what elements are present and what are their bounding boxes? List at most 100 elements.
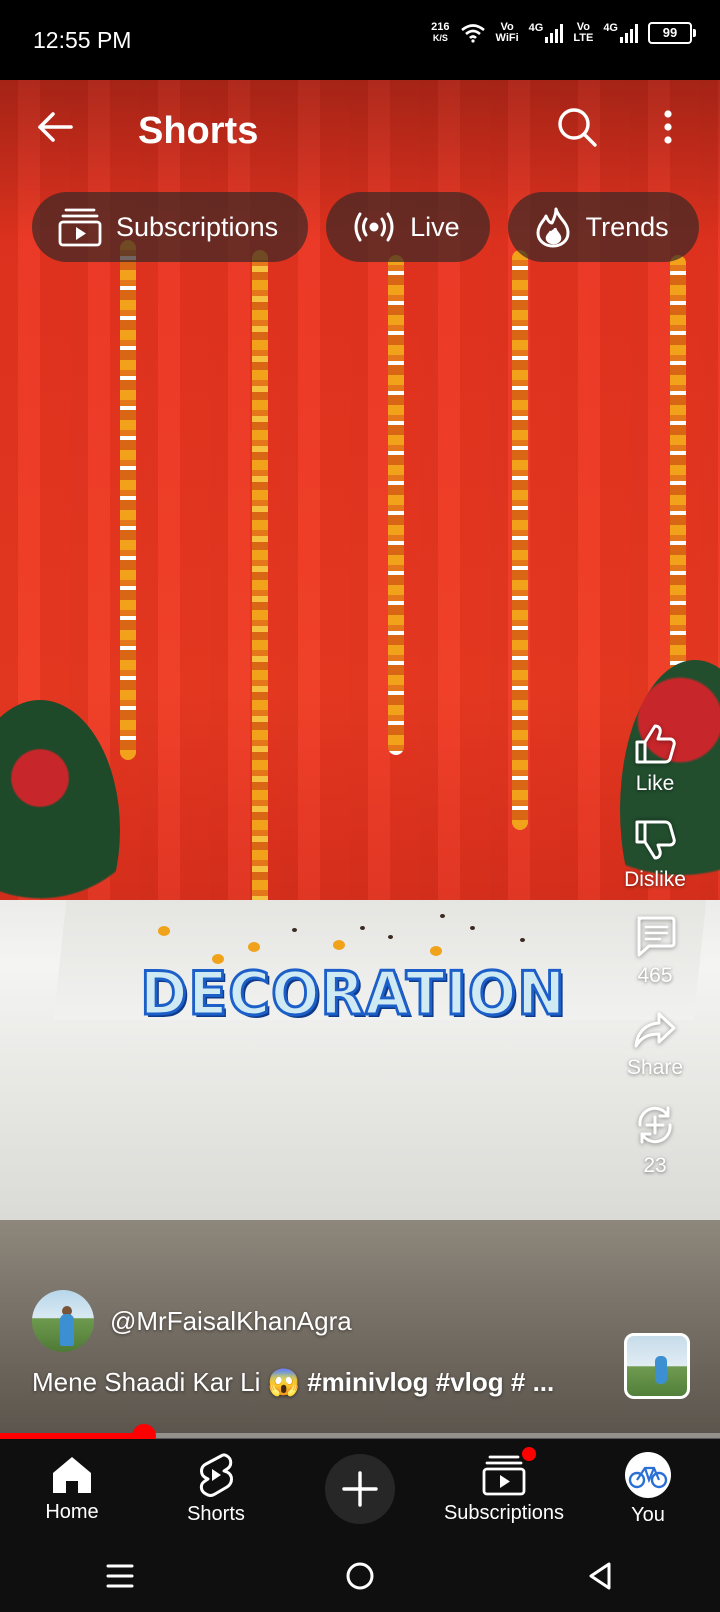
nav-home[interactable]: Home <box>0 1439 144 1539</box>
chip-trends[interactable]: Trends <box>507 192 699 262</box>
status-time: 12:55 PM <box>33 27 132 53</box>
thumbs-up-icon <box>635 724 676 764</box>
share-label: Share <box>626 1056 684 1079</box>
circle-icon <box>346 1562 374 1589</box>
chip-subscriptions[interactable]: Subscriptions <box>32 192 309 262</box>
action-rail: Like Dislike 465 Share 23 <box>610 722 700 1200</box>
back-system-button[interactable] <box>560 1546 640 1606</box>
chip-label: Subscriptions <box>116 211 279 242</box>
share-button[interactable]: Share <box>627 1010 683 1080</box>
trends-icon <box>536 207 570 248</box>
nav-you-label: You <box>631 1503 665 1526</box>
bottom-nav: Home Shorts Subscriptions You <box>0 1439 720 1539</box>
remix-button[interactable]: 23 <box>632 1102 678 1178</box>
dislike-label: Dislike <box>624 868 686 891</box>
sim1-signal: 4G <box>529 23 564 43</box>
bicycle-icon <box>628 1466 668 1488</box>
notification-dot <box>520 1445 538 1463</box>
arrow-left-icon <box>38 112 73 142</box>
video-overlay-text: DECORATION <box>139 958 567 1031</box>
page-title: Shorts <box>138 110 259 152</box>
seed <box>360 926 365 930</box>
subscriptions-icon <box>58 208 102 247</box>
nav-home-label: Home <box>45 1500 99 1523</box>
sim1-label-bottom: WiFi <box>495 32 519 44</box>
system-navigation-bar <box>0 1539 720 1612</box>
more-options-button[interactable] <box>648 102 688 152</box>
chip-label: Trends <box>585 211 669 242</box>
sim2-volte-label: Vo LTE <box>573 22 593 44</box>
plus-icon <box>342 1471 378 1507</box>
garland <box>388 255 404 755</box>
petal <box>248 942 260 952</box>
channel-handle[interactable]: @MrFaisalKhanAgra <box>110 1306 352 1337</box>
home-icon <box>53 1456 91 1493</box>
back-button[interactable] <box>30 102 80 152</box>
garland <box>670 255 686 725</box>
video-caption[interactable]: Mene Shaadi Kar Li 😱 #minivlog #vlog # .… <box>32 1367 554 1398</box>
thumbs-down-icon <box>635 820 676 860</box>
create-button[interactable] <box>325 1454 395 1524</box>
subscriptions-icon <box>482 1455 526 1495</box>
search-button[interactable] <box>552 102 602 152</box>
petal <box>158 926 170 936</box>
home-system-button[interactable] <box>320 1546 400 1606</box>
nav-create[interactable] <box>288 1439 432 1539</box>
comment-icon <box>637 916 676 957</box>
garland <box>252 250 268 950</box>
chip-live[interactable]: Live <box>326 192 490 262</box>
channel-row: @MrFaisalKhanAgra <box>32 1290 352 1352</box>
shorts-icon <box>199 1452 233 1497</box>
caption-hashtags[interactable]: #minivlog #vlog # ... <box>307 1367 554 1397</box>
remix-count: 23 <box>643 1154 667 1177</box>
caption-text: Mene Shaadi Kar Li 😱 <box>32 1367 308 1397</box>
chip-label: Live <box>410 211 460 242</box>
dislike-button[interactable]: Dislike <box>624 818 686 892</box>
nav-shorts[interactable]: Shorts <box>144 1439 288 1539</box>
sim2-label-bottom: LTE <box>573 32 594 44</box>
seed <box>388 935 393 939</box>
like-label: Like <box>635 772 675 795</box>
nav-subscriptions-label: Subscriptions <box>443 1501 565 1524</box>
comments-count: 465 <box>637 964 673 987</box>
sim1-volte-label: Vo WiFi <box>496 22 519 44</box>
channel-avatar[interactable] <box>32 1290 94 1352</box>
status-bar: 12:55 PM 216 K/S Vo WiFi 4G Vo LTE 4G 99 <box>0 0 720 80</box>
nav-you[interactable]: You <box>576 1439 720 1539</box>
petal <box>333 940 345 950</box>
wifi-icon <box>460 24 485 43</box>
filter-chips: Subscriptions Live Trends <box>32 192 699 262</box>
nav-shorts-label: Shorts <box>187 1502 245 1525</box>
signal-bars-icon <box>620 23 638 43</box>
like-button[interactable]: Like <box>633 722 677 796</box>
status-icons: 216 K/S Vo WiFi 4G Vo LTE 4G 99 <box>431 22 696 44</box>
signal-bars-icon <box>545 23 564 43</box>
seed <box>470 926 475 930</box>
battery-icon: 99 <box>648 22 696 44</box>
search-icon <box>558 108 597 147</box>
network-speed-value: 216 <box>431 21 450 33</box>
triangle-back-icon <box>589 1562 611 1589</box>
network-speed: 216 K/S <box>431 22 449 44</box>
sim2-gen: 4G <box>603 22 618 34</box>
comments-button[interactable]: 465 <box>633 914 677 988</box>
seed <box>440 914 445 918</box>
menu-lines-icon <box>106 1564 134 1587</box>
garland <box>120 240 136 760</box>
nav-subscriptions[interactable]: Subscriptions <box>432 1439 576 1539</box>
recent-apps-button[interactable] <box>80 1546 160 1606</box>
more-vertical-icon <box>664 110 672 144</box>
live-icon <box>354 212 394 242</box>
garland <box>512 250 528 830</box>
thumb-person <box>655 1356 667 1384</box>
network-speed-unit: K/S <box>432 33 448 43</box>
sound-thumbnail[interactable] <box>624 1333 690 1399</box>
sim1-gen: 4G <box>528 22 544 34</box>
sim2-signal: 4G <box>603 23 638 43</box>
petal <box>430 946 442 956</box>
seed <box>520 938 525 942</box>
share-icon <box>634 1012 676 1048</box>
avatar-body <box>60 1314 74 1346</box>
top-bar: Shorts <box>0 80 720 180</box>
remix-icon <box>638 1106 672 1144</box>
